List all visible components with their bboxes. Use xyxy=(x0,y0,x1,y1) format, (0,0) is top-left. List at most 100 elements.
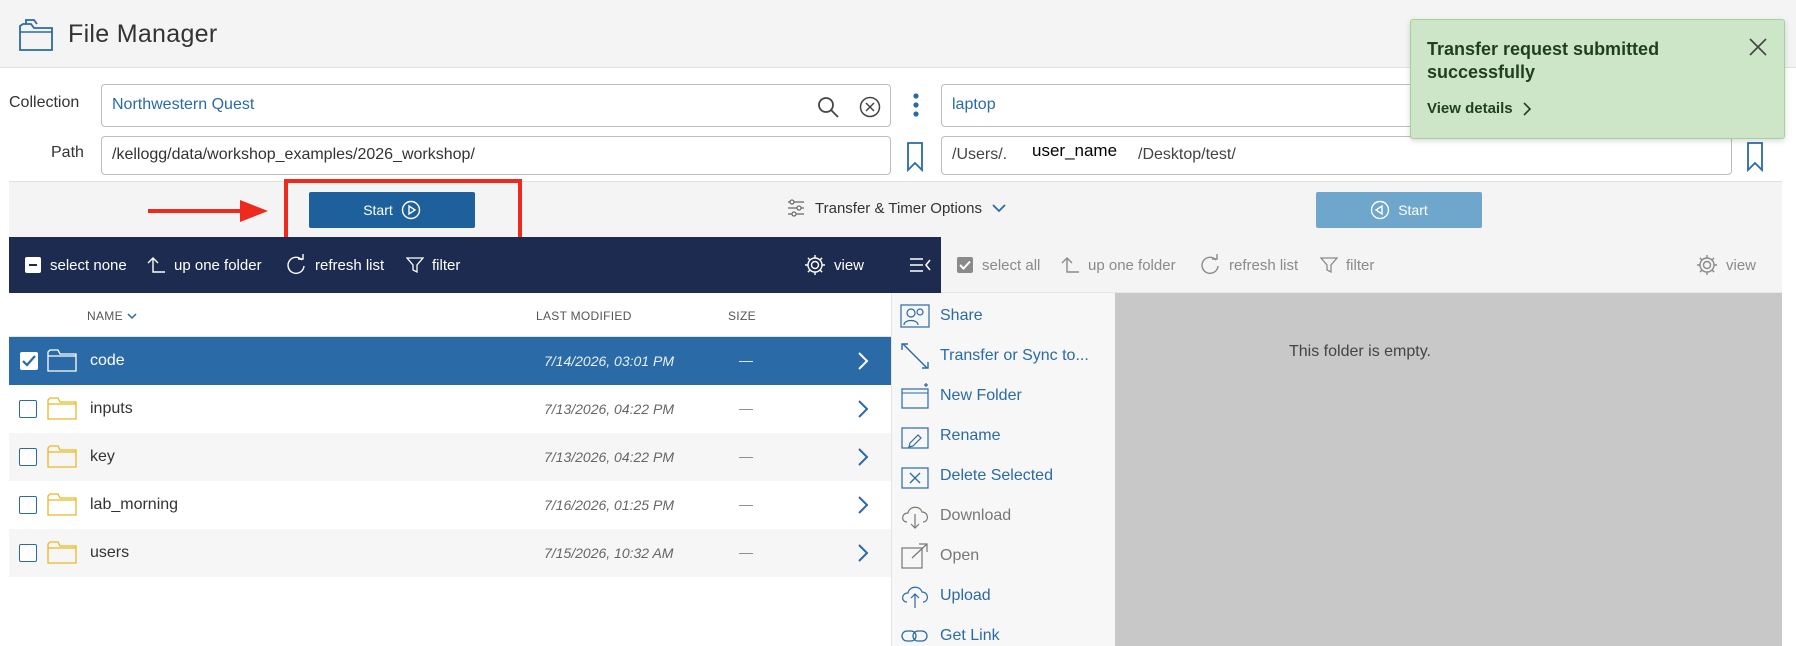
search-icon[interactable] xyxy=(816,95,840,119)
view-settings-button[interactable]: view xyxy=(804,237,864,293)
menu-share-label: Share xyxy=(940,307,983,324)
file-modified: 7/13/2026, 04:22 PM xyxy=(544,449,674,465)
refresh-list-label: refresh list xyxy=(1229,256,1299,274)
table-row[interactable]: code 7/14/2026, 03:01 PM — xyxy=(9,337,891,385)
file-size: — xyxy=(739,448,753,464)
close-icon[interactable] xyxy=(1747,36,1769,58)
view-settings-button[interactable]: view xyxy=(1696,237,1756,293)
more-options-icon[interactable] xyxy=(908,92,924,120)
folder-icon xyxy=(47,541,77,564)
filter-button[interactable]: filter xyxy=(1320,237,1374,293)
right-collection-field[interactable]: laptop xyxy=(941,84,1421,127)
chevron-right-icon[interactable] xyxy=(857,351,869,371)
up-one-folder-button[interactable]: up one folder xyxy=(1060,237,1176,293)
file-modified: 7/16/2026, 01:25 PM xyxy=(544,497,674,513)
highlight-annotation xyxy=(284,179,522,242)
menu-get-link[interactable]: Get Link xyxy=(900,621,1000,646)
clear-icon[interactable] xyxy=(858,95,882,119)
menu-download[interactable]: Download xyxy=(900,501,1011,531)
column-name-header[interactable]: NAME xyxy=(87,309,137,323)
view-details-link[interactable]: View details xyxy=(1427,100,1531,117)
menu-new-folder-label: New Folder xyxy=(940,387,1022,404)
menu-upload-label: Upload xyxy=(940,587,991,604)
column-modified-header[interactable]: LAST MODIFIED xyxy=(536,309,632,323)
menu-transfer-label: Transfer or Sync to... xyxy=(940,347,1089,364)
menu-new-folder[interactable]: New Folder xyxy=(900,381,1022,411)
view-label: view xyxy=(1726,256,1757,274)
select-all-button[interactable]: select all xyxy=(956,237,1040,293)
gear-icon xyxy=(805,255,825,275)
right-path-field[interactable]: /Users/. user_name /Desktop/test/ xyxy=(941,136,1732,175)
file-name: lab_morning xyxy=(90,496,179,513)
file-size: — xyxy=(739,352,753,368)
select-all-label: select all xyxy=(982,256,1041,274)
transfer-options-toggle[interactable]: Transfer & Timer Options xyxy=(787,199,1006,217)
open-external-icon xyxy=(901,543,928,569)
page-title: File Manager xyxy=(68,20,218,48)
refresh-icon xyxy=(287,254,305,275)
row-checkbox[interactable] xyxy=(19,496,37,514)
file-size: — xyxy=(739,400,753,416)
menu-delete-selected[interactable]: Delete Selected xyxy=(900,461,1053,491)
row-checkbox[interactable] xyxy=(19,448,37,466)
right-path-prefix: /Users/. xyxy=(952,146,1008,163)
up-one-folder-label: up one folder xyxy=(1088,256,1176,274)
column-name-label: NAME xyxy=(87,309,123,323)
menu-open-label: Open xyxy=(940,547,980,564)
chevron-down-icon xyxy=(992,204,1006,213)
right-collection-value: laptop xyxy=(952,96,996,113)
toast-title: Transfer request submitted successfully xyxy=(1427,39,1660,82)
refresh-list-button[interactable]: refresh list xyxy=(285,237,384,293)
filter-icon xyxy=(1320,257,1338,274)
bookmark-icon[interactable] xyxy=(1746,141,1764,173)
file-size: — xyxy=(739,496,753,512)
checkbox-checked-icon xyxy=(957,257,973,273)
share-users-icon xyxy=(900,304,930,328)
chevron-right-icon[interactable] xyxy=(857,447,869,467)
folder-icon xyxy=(47,349,77,372)
up-one-folder-button[interactable]: up one folder xyxy=(146,237,262,293)
refresh-icon xyxy=(1201,254,1219,275)
play-reverse-circle-icon xyxy=(1371,200,1390,220)
cloud-download-icon xyxy=(902,506,928,529)
table-row[interactable]: key 7/13/2026, 04:22 PM — xyxy=(9,433,891,481)
start-reverse-transfer-button[interactable]: Start xyxy=(1316,192,1482,228)
filter-label: filter xyxy=(1346,256,1375,274)
menu-upload[interactable]: Upload xyxy=(900,581,991,611)
folder-icon xyxy=(47,493,77,516)
chevron-right-icon[interactable] xyxy=(857,543,869,563)
right-path-suffix: /Desktop/test/ xyxy=(1138,146,1236,163)
column-size-header[interactable]: SIZE xyxy=(728,309,756,323)
menu-rename[interactable]: Rename xyxy=(900,421,1000,451)
collection-label: Collection xyxy=(9,94,80,111)
left-collection-field[interactable]: Northwestern Quest xyxy=(101,84,891,127)
left-path-field[interactable]: /kellogg/data/workshop_examples/2026_wor… xyxy=(101,136,891,175)
panel-menu-toggle[interactable] xyxy=(909,237,933,293)
file-modified: 7/13/2026, 04:22 PM xyxy=(544,401,674,417)
row-checkbox[interactable] xyxy=(19,400,37,418)
table-row[interactable]: inputs 7/13/2026, 04:22 PM — xyxy=(9,385,891,433)
folder-icon xyxy=(47,397,77,420)
table-row[interactable]: lab_morning 7/16/2026, 01:25 PM — xyxy=(9,481,891,529)
menu-transfer-or-sync[interactable]: Transfer or Sync to... xyxy=(900,341,1089,371)
menu-share[interactable]: Share xyxy=(900,301,983,331)
select-none-button[interactable]: select none xyxy=(24,237,127,293)
file-name: users xyxy=(90,544,130,561)
bookmark-icon[interactable] xyxy=(906,141,924,173)
menu-rename-label: Rename xyxy=(940,427,1001,444)
diagonal-arrow-icon xyxy=(901,343,929,369)
filter-button[interactable]: filter xyxy=(406,237,460,293)
chevron-right-icon[interactable] xyxy=(857,399,869,419)
filter-label: filter xyxy=(432,256,461,274)
table-row[interactable]: users 7/15/2026, 10:32 AM — xyxy=(9,529,891,577)
row-checkbox[interactable] xyxy=(19,544,37,562)
right-toolbar: select all up one folder refresh list fi… xyxy=(941,237,1782,293)
file-list-header: NAME LAST MODIFIED SIZE xyxy=(9,293,891,337)
chevron-right-icon[interactable] xyxy=(857,495,869,515)
sliders-icon xyxy=(788,199,804,217)
checkbox-checked-icon[interactable] xyxy=(19,351,39,371)
select-none-label: select none xyxy=(50,256,127,274)
menu-open[interactable]: Open xyxy=(900,541,979,571)
file-modified: 7/14/2026, 03:01 PM xyxy=(544,353,674,369)
refresh-list-button[interactable]: refresh list xyxy=(1199,237,1298,293)
